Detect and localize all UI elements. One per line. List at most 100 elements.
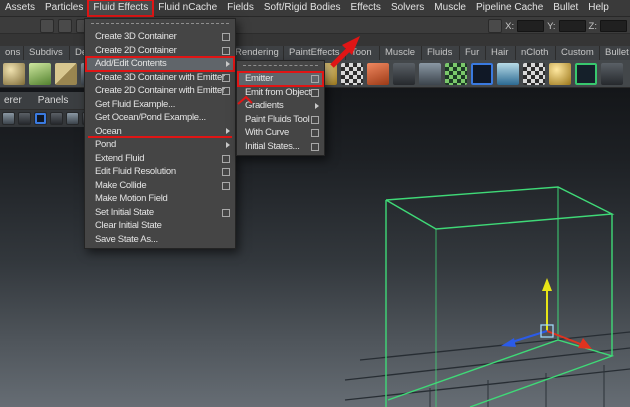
submenu-item[interactable]: With Curve — [238, 126, 323, 140]
shelf-tab[interactable]: Fur — [460, 46, 486, 60]
shelf-icon-plane-2[interactable] — [419, 63, 441, 85]
shelf-tab[interactable]: ons — [0, 46, 24, 60]
menubar-item[interactable]: Muscle — [429, 0, 471, 16]
shelf-tab[interactable]: PaintEffects — [284, 46, 346, 60]
menubar-item[interactable]: Particles — [40, 0, 88, 16]
submenu-tearoff-handle[interactable] — [243, 65, 318, 69]
panel-menu-panels[interactable]: Panels — [38, 95, 69, 106]
submenu-item-label: With Curve — [245, 127, 289, 138]
submenu-item[interactable]: Initial States... — [238, 140, 323, 154]
shelf-tab[interactable]: Muscle — [380, 46, 422, 60]
z-input[interactable] — [600, 20, 627, 32]
menubar-item[interactable]: Solvers — [386, 0, 429, 16]
shelf-icon-sphere[interactable] — [3, 63, 25, 85]
submenu-arrow-icon — [226, 60, 230, 67]
shelf-icon-checker-3[interactable] — [523, 63, 545, 85]
x-input[interactable] — [517, 20, 545, 32]
submenu-arrow-icon — [315, 102, 319, 109]
submenu-item[interactable]: Emit from Object — [238, 86, 323, 100]
menu-item[interactable]: Pond — [86, 138, 234, 152]
submenu-item[interactable]: Paint Fluids Tool — [238, 113, 323, 127]
menu-item-label: Clear Initial State — [95, 220, 162, 231]
shelf-tab[interactable]: Rendering — [230, 46, 284, 60]
panel-tool-icon-2[interactable] — [18, 112, 31, 125]
submenu-item-label: Emitter — [245, 73, 273, 84]
y-axis-arrowhead-icon[interactable] — [542, 278, 552, 291]
option-box-icon[interactable] — [222, 208, 230, 217]
shelf-icon-gold-2[interactable] — [549, 63, 571, 85]
shelf-tab[interactable]: Custom — [556, 46, 600, 60]
menu-item[interactable]: Create 2D Container — [86, 44, 234, 58]
panel-tool-icon-1[interactable] — [2, 112, 15, 125]
menubar-item[interactable]: Pipeline Cache — [471, 0, 548, 16]
shelf-icon-container-emitter[interactable] — [575, 63, 597, 85]
option-box-icon[interactable] — [311, 115, 319, 124]
shelf-icon-red-cone[interactable] — [367, 63, 389, 85]
menu-item[interactable]: Extend Fluid — [86, 152, 234, 166]
shelf-tab[interactable]: Hair — [486, 46, 516, 60]
shelf-tab[interactable]: Subdivs — [24, 46, 70, 60]
menu-item[interactable]: Create 2D Container with Emitter — [86, 84, 234, 98]
menubar-item[interactable]: Fields — [222, 0, 259, 16]
shelf-icon-cone[interactable] — [29, 63, 51, 85]
option-box-icon[interactable] — [311, 75, 319, 83]
shelf-icon-checker-green-2[interactable] — [445, 63, 467, 85]
shelf-tab[interactable]: Toon — [346, 46, 380, 60]
shelf-tab[interactable]: Fluids — [422, 46, 460, 60]
option-box-icon[interactable] — [222, 181, 230, 190]
menu-item-label: Pond — [95, 139, 116, 150]
status-icon-2[interactable] — [58, 19, 72, 33]
menu-item[interactable]: Make Collide — [86, 179, 234, 193]
option-box-icon[interactable] — [222, 33, 230, 41]
menu-item-add-edit-contents[interactable]: Add/Edit Contents — [85, 56, 235, 72]
move-manipulator[interactable] — [501, 278, 592, 349]
menu-item-label: Set Initial State — [95, 206, 154, 218]
shelf-icon-dark-3[interactable] — [601, 63, 623, 85]
menu-item[interactable]: Get Ocean/Pond Example... — [86, 111, 234, 125]
menu-item-ocean[interactable]: Ocean — [86, 125, 234, 139]
menu-item[interactable]: Save State As... — [86, 233, 234, 247]
menubar-item[interactable]: Bullet — [548, 0, 583, 16]
menu-item[interactable]: Get Fluid Example... — [86, 98, 234, 112]
menu-item[interactable]: Create 3D Container with Emitter — [86, 71, 234, 85]
option-box-icon[interactable] — [222, 46, 230, 55]
panel-tool-icon-5[interactable] — [66, 112, 79, 125]
y-input[interactable] — [558, 20, 586, 32]
status-icon-1[interactable] — [40, 19, 54, 33]
option-box-icon[interactable] — [222, 154, 230, 163]
menubar-item[interactable]: Help — [583, 0, 614, 16]
option-box-icon[interactable] — [311, 129, 319, 137]
menu-item[interactable]: Set Initial State — [86, 206, 234, 220]
menubar-item[interactable]: Fluid nCache — [153, 0, 222, 16]
submenu-item[interactable]: Gradients — [238, 99, 323, 113]
shelf-icon-pond[interactable] — [497, 63, 519, 85]
menu-item[interactable]: Create 3D Container — [86, 30, 234, 44]
panel-tool-icon-3[interactable] — [34, 112, 47, 125]
menu-tearoff-handle[interactable] — [91, 23, 229, 27]
z-axis-arrowhead-icon[interactable] — [501, 338, 516, 347]
absolute-move-icon[interactable] — [488, 19, 503, 33]
menu-item[interactable]: Clear Initial State — [86, 219, 234, 233]
menu-item-emitter[interactable]: Emitter — [237, 71, 324, 87]
shelf-icon-cube[interactable] — [55, 63, 77, 85]
menu-item[interactable]: Edit Fluid Resolution — [86, 165, 234, 179]
option-box-icon[interactable] — [311, 142, 319, 151]
shelf-icon-2d-container[interactable] — [471, 63, 493, 85]
option-box-icon[interactable] — [222, 87, 230, 95]
option-box-icon[interactable] — [222, 168, 230, 176]
z-label: Z: — [588, 20, 597, 32]
menubar-item[interactable]: Soft/Rigid Bodies — [259, 0, 346, 16]
panel-menu-renderer[interactable]: erer — [4, 95, 22, 106]
shelf-tab[interactable]: nCloth — [516, 46, 556, 60]
option-box-icon[interactable] — [222, 73, 230, 82]
menu-item-label: Ocean — [95, 125, 122, 137]
shelf-tab[interactable]: Bullet — [600, 46, 630, 60]
shelf-icon-dark-2[interactable] — [393, 63, 415, 85]
shelf-icon-checker-2[interactable] — [341, 63, 363, 85]
menubar-item[interactable]: Assets — [0, 0, 40, 16]
menubar-item-fluid-effects[interactable]: Fluid Effects — [87, 0, 155, 17]
menubar-item[interactable]: Effects — [346, 0, 386, 16]
option-box-icon[interactable] — [311, 88, 319, 97]
menu-item[interactable]: Make Motion Field — [86, 192, 234, 206]
panel-tool-icon-4[interactable] — [50, 112, 63, 125]
